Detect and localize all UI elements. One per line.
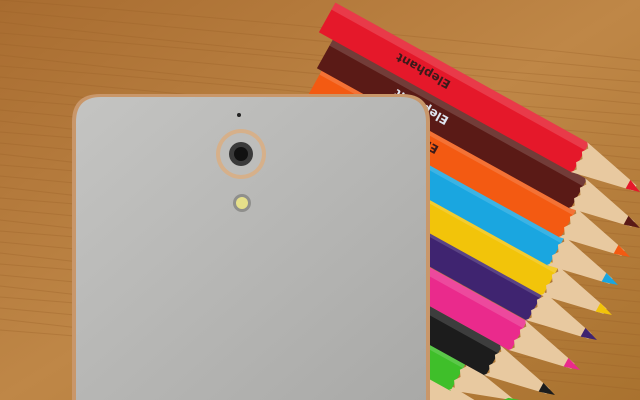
camera-lens: [216, 129, 266, 179]
earpiece-dot: [237, 113, 241, 117]
flash: [233, 194, 251, 212]
smartphone: [72, 94, 430, 400]
photo-scene: ElephantElephantElephant: [0, 0, 640, 400]
